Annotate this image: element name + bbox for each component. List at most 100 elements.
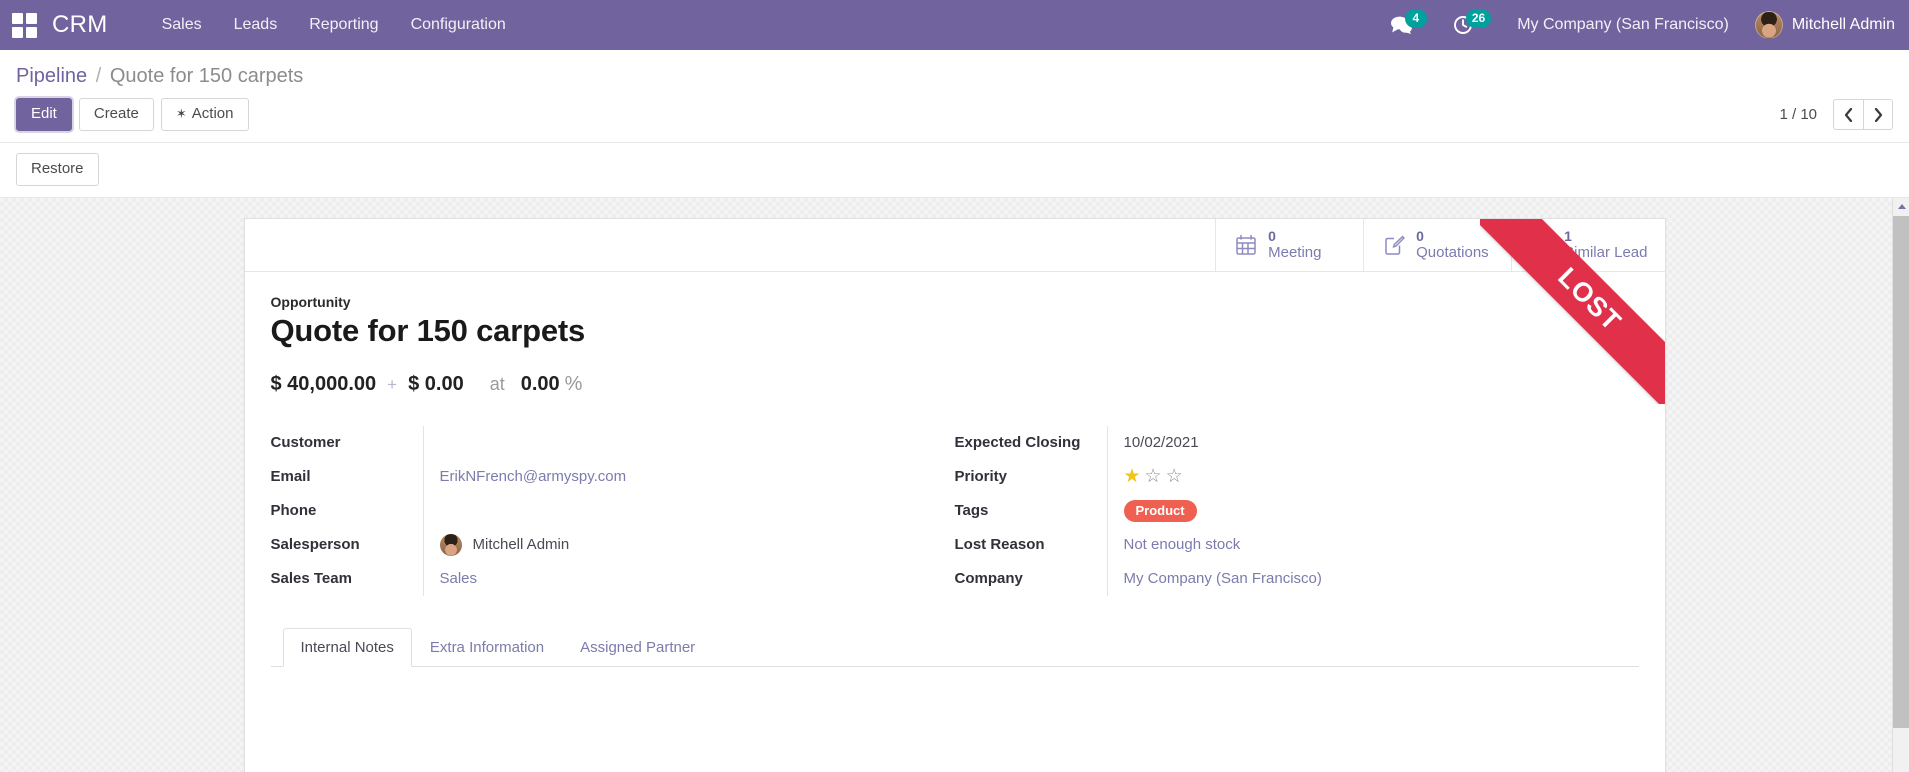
field-label-phone: Phone: [270, 502, 317, 520]
field-groups: Customer Email ErikNFrench@armyspy.com P…: [270, 425, 1639, 606]
stat-button-similar-lead-text: 1 Similar Lead: [1564, 228, 1647, 261]
field-value-company[interactable]: My Company (San Francisco): [1106, 561, 1639, 596]
tag-badge-product[interactable]: Product: [1123, 499, 1197, 522]
record-sheet: LOST 0 Meeting 0 Quotations 1 Similar Le…: [243, 218, 1666, 772]
pager: 1 / 10: [1779, 99, 1893, 130]
opportunity-field-label: Opportunity: [270, 294, 351, 310]
vertical-scrollbar[interactable]: [1892, 198, 1909, 772]
field-value-lost-reason[interactable]: Not enough stock: [1106, 527, 1639, 562]
salesperson-name[interactable]: Mitchell Admin: [473, 536, 570, 553]
sheet-body: Opportunity Quote for 150 carpets $ 40,0…: [245, 272, 1665, 707]
field-row-lost-reason: Lost Reason Not enough stock: [954, 527, 1639, 562]
amount-row: $ 40,000.00 + $ 0.00 at 0.00 %: [271, 373, 1639, 396]
pager-previous-button[interactable]: [1833, 99, 1863, 130]
pager-counter[interactable]: 1 / 10: [1779, 106, 1817, 123]
company-switcher[interactable]: My Company (San Francisco): [1517, 16, 1729, 34]
recurring-revenue-value[interactable]: $ 0.00: [408, 373, 464, 396]
create-button[interactable]: Create: [78, 98, 154, 131]
menu-item-sales[interactable]: Sales: [146, 0, 218, 50]
field-row-sales-team: Sales Team Sales: [270, 561, 927, 596]
apps-grid-square: [25, 12, 37, 24]
lost-reason-link[interactable]: Not enough stock: [1124, 536, 1241, 553]
field-label-expected-closing: Expected Closing: [954, 434, 1081, 452]
breadcrumb-pipeline[interactable]: Pipeline: [16, 65, 87, 87]
priority-star-2-empty[interactable]: ☆: [1145, 467, 1162, 486]
company-link[interactable]: My Company (San Francisco): [1124, 570, 1322, 587]
field-row-salesperson: Salesperson Mitchell Admin: [270, 527, 927, 562]
field-label-email: Email: [270, 468, 311, 486]
email-link[interactable]: ErikNFrench@armyspy.com: [440, 468, 627, 485]
apps-grid-square: [11, 12, 23, 24]
opportunity-title[interactable]: Quote for 150 carpets: [271, 313, 1639, 350]
menu-item-reporting[interactable]: Reporting: [293, 0, 394, 50]
field-group-left: Customer Email ErikNFrench@armyspy.com P…: [270, 425, 955, 596]
stat-quotations-label: Quotations: [1416, 244, 1489, 262]
activities-menu[interactable]: 26: [1453, 0, 1492, 50]
probability-value[interactable]: 0.00: [521, 373, 560, 396]
field-value-customer[interactable]: [422, 425, 927, 460]
scrollbar-thumb[interactable]: [1893, 216, 1909, 728]
control-panel: Pipeline / Quote for 150 carpets Edit Cr…: [0, 50, 1909, 198]
messages-count-badge: 4: [1404, 9, 1427, 28]
caret-up-icon: [1897, 204, 1906, 209]
field-value-tags[interactable]: Product: [1106, 493, 1639, 528]
field-label-salesperson: Salesperson: [270, 536, 360, 554]
field-row-expected-closing: Expected Closing 10/02/2021: [954, 425, 1639, 460]
field-value-salesperson[interactable]: Mitchell Admin: [422, 527, 927, 562]
apps-grid-square: [25, 26, 37, 38]
field-value-sales-team[interactable]: Sales: [422, 561, 927, 596]
stat-button-meeting[interactable]: 0 Meeting: [1215, 219, 1363, 271]
menu-item-leads[interactable]: Leads: [218, 0, 294, 50]
app-brand-crm[interactable]: CRM: [52, 13, 108, 37]
star-icon: [1529, 232, 1555, 258]
control-panel-buttons: Edit Create ✶ Action 1 / 10: [0, 89, 1909, 143]
restore-button[interactable]: Restore: [16, 153, 99, 186]
apps-grid-square: [11, 26, 23, 38]
field-label-lost-reason: Lost Reason: [954, 536, 1045, 554]
field-row-phone: Phone: [270, 493, 927, 528]
priority-star-3-empty[interactable]: ☆: [1166, 467, 1183, 486]
field-label-tags: Tags: [954, 502, 989, 520]
percent-sign: %: [564, 372, 583, 395]
stat-meeting-label: Meeting: [1268, 244, 1322, 262]
sheet-wrapper: LOST 0 Meeting 0 Quotations 1 Similar Le…: [243, 198, 1666, 772]
tab-assigned-partner[interactable]: Assigned Partner: [562, 628, 713, 667]
tab-extra-information[interactable]: Extra Information: [412, 628, 562, 667]
field-row-company: Company My Company (San Francisco): [955, 561, 1639, 596]
action-button-label: Action: [191, 105, 234, 122]
stat-button-quotations[interactable]: 0 Quotations: [1363, 219, 1511, 271]
salesperson-avatar: [439, 533, 462, 556]
field-value-phone[interactable]: [422, 493, 927, 528]
user-menu[interactable]: Mitchell Admin: [1754, 11, 1895, 39]
expected-revenue-value[interactable]: $ 40,000.00: [271, 373, 377, 396]
pager-buttons: [1833, 99, 1893, 130]
main-menu: Sales Leads Reporting Configuration: [146, 0, 522, 50]
calendar-icon: [1233, 232, 1259, 258]
field-value-email[interactable]: ErikNFrench@armyspy.com: [422, 459, 927, 494]
top-navbar: CRM Sales Leads Reporting Configuration …: [0, 0, 1909, 50]
sales-team-link[interactable]: Sales: [440, 570, 478, 587]
field-label-sales-team: Sales Team: [270, 570, 352, 588]
field-label-priority: Priority: [954, 468, 1008, 486]
stat-button-meeting-text: 0 Meeting: [1268, 228, 1321, 261]
pager-next-button[interactable]: [1863, 99, 1893, 130]
field-value-expected-closing[interactable]: 10/02/2021: [1106, 425, 1639, 460]
priority-star-1-filled[interactable]: ★: [1124, 467, 1141, 486]
notebook-page-internal-notes[interactable]: [271, 667, 1639, 707]
action-button[interactable]: ✶ Action: [160, 98, 249, 131]
edit-button[interactable]: Edit: [16, 98, 72, 131]
stat-quotations-value: 0: [1416, 228, 1424, 245]
user-avatar: [1754, 11, 1783, 39]
stat-buttons-bar: 0 Meeting 0 Quotations 1 Similar Lead: [244, 219, 1665, 272]
field-group-right: Expected Closing 10/02/2021 Priority ★ ☆…: [954, 425, 1639, 596]
scrollbar-up-arrow[interactable]: [1893, 198, 1909, 215]
messages-menu[interactable]: 4: [1390, 0, 1427, 50]
field-row-email: Email ErikNFrench@armyspy.com: [270, 459, 927, 494]
tab-internal-notes[interactable]: Internal Notes: [282, 627, 412, 667]
field-label-customer: Customer: [270, 434, 341, 452]
stat-button-quotations-text: 0 Quotations: [1416, 228, 1489, 261]
apps-grid-icon[interactable]: [10, 11, 38, 39]
notebook: Internal Notes Extra Information Assigne…: [270, 627, 1639, 707]
menu-item-configuration[interactable]: Configuration: [395, 0, 522, 50]
stat-button-similar-lead[interactable]: 1 Similar Lead: [1511, 219, 1664, 271]
